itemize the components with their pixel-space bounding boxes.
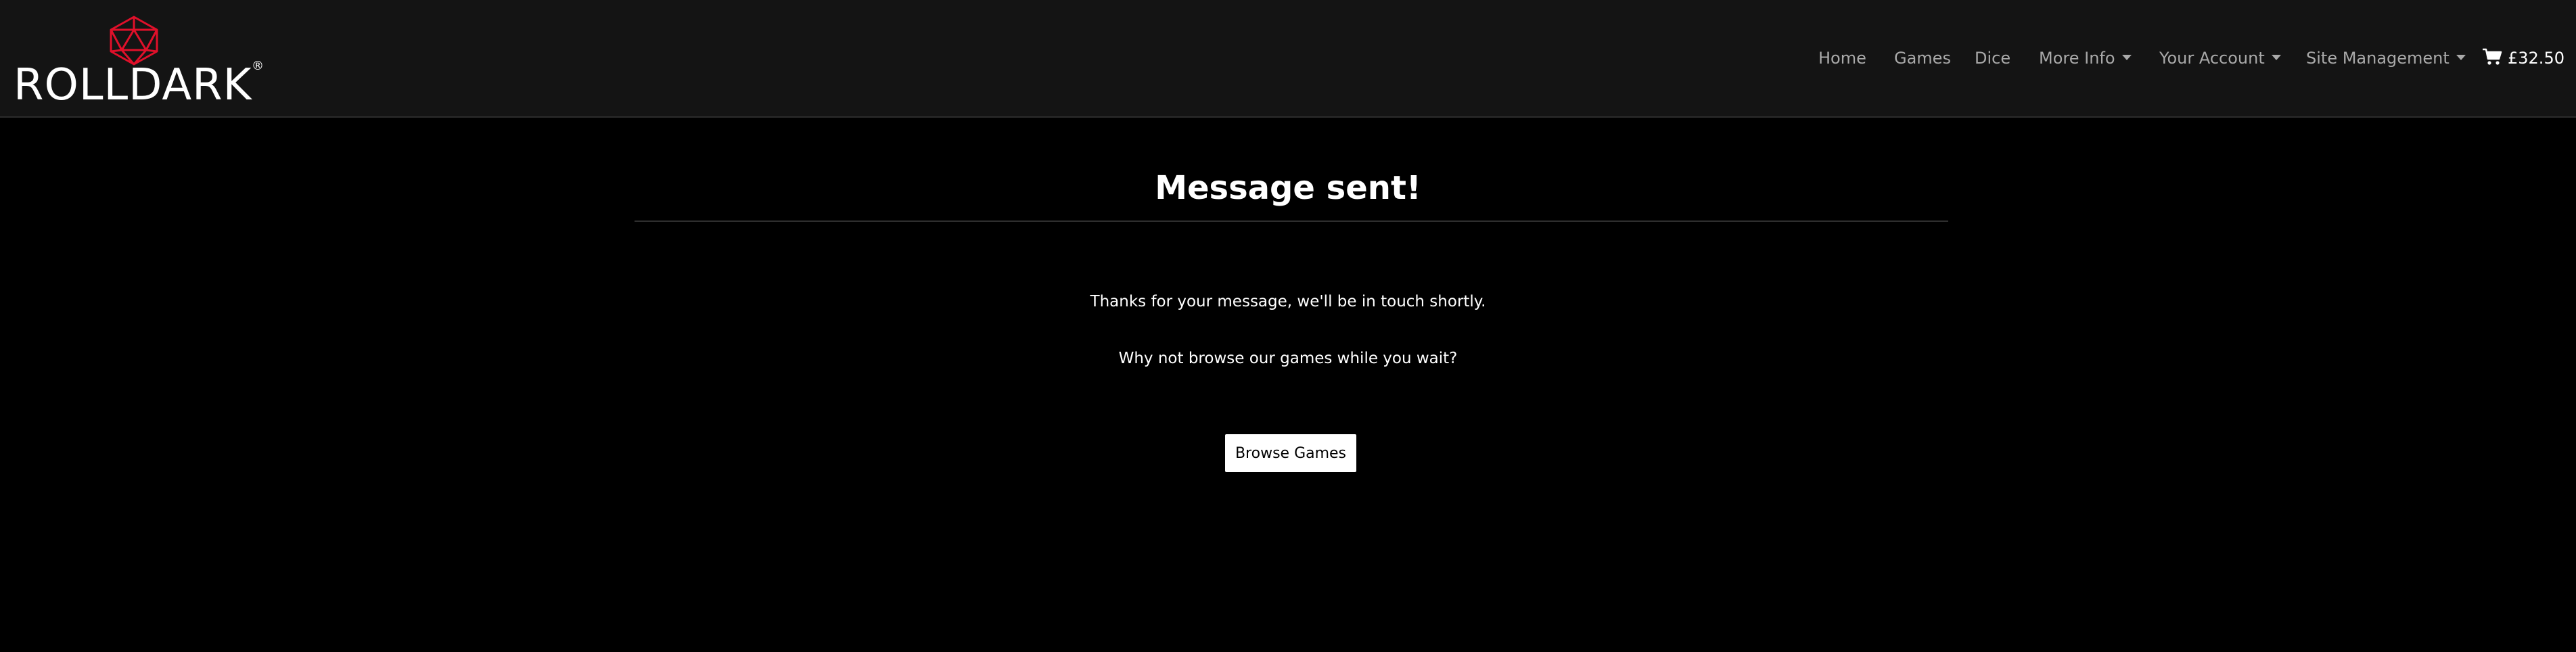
nav-dice-link[interactable]: Dice — [1975, 45, 2010, 72]
thanks-message: Thanks for your message, we'll be in tou… — [1090, 293, 1486, 310]
nav-more-info-dropdown[interactable]: More Info — [2039, 45, 2132, 72]
nav-more-info-label: More Info — [2039, 49, 2115, 68]
cart-total: £32.50 — [2508, 49, 2564, 68]
nav-your-account-dropdown[interactable]: Your Account — [2159, 45, 2281, 72]
nav-site-management-dropdown[interactable]: Site Management — [2306, 45, 2466, 72]
browse-prompt: Why not browse our games while you wait? — [1118, 350, 1458, 367]
main-nav: Home Games Dice More Info Your Account S… — [0, 45, 2576, 72]
nav-games-link[interactable]: Games — [1894, 45, 1951, 72]
top-navbar: ROLLDARK ® Home Games Dice More Info You… — [0, 0, 2576, 118]
title-divider — [635, 220, 1948, 222]
nav-site-management-label: Site Management — [2306, 49, 2450, 68]
caret-down-icon — [2121, 55, 2132, 60]
shopping-cart-icon — [2483, 48, 2502, 65]
caret-down-icon — [2456, 55, 2466, 60]
main-content: Message sent! Thanks for your message, w… — [0, 118, 2576, 652]
nav-your-account-label: Your Account — [2159, 49, 2265, 68]
nav-home-link[interactable]: Home — [1818, 45, 1866, 72]
cart-link[interactable]: £32.50 — [2482, 45, 2564, 72]
caret-down-icon — [2271, 55, 2281, 60]
page-title: Message sent! — [1155, 169, 1421, 207]
browse-games-button[interactable]: Browse Games — [1225, 434, 1356, 472]
